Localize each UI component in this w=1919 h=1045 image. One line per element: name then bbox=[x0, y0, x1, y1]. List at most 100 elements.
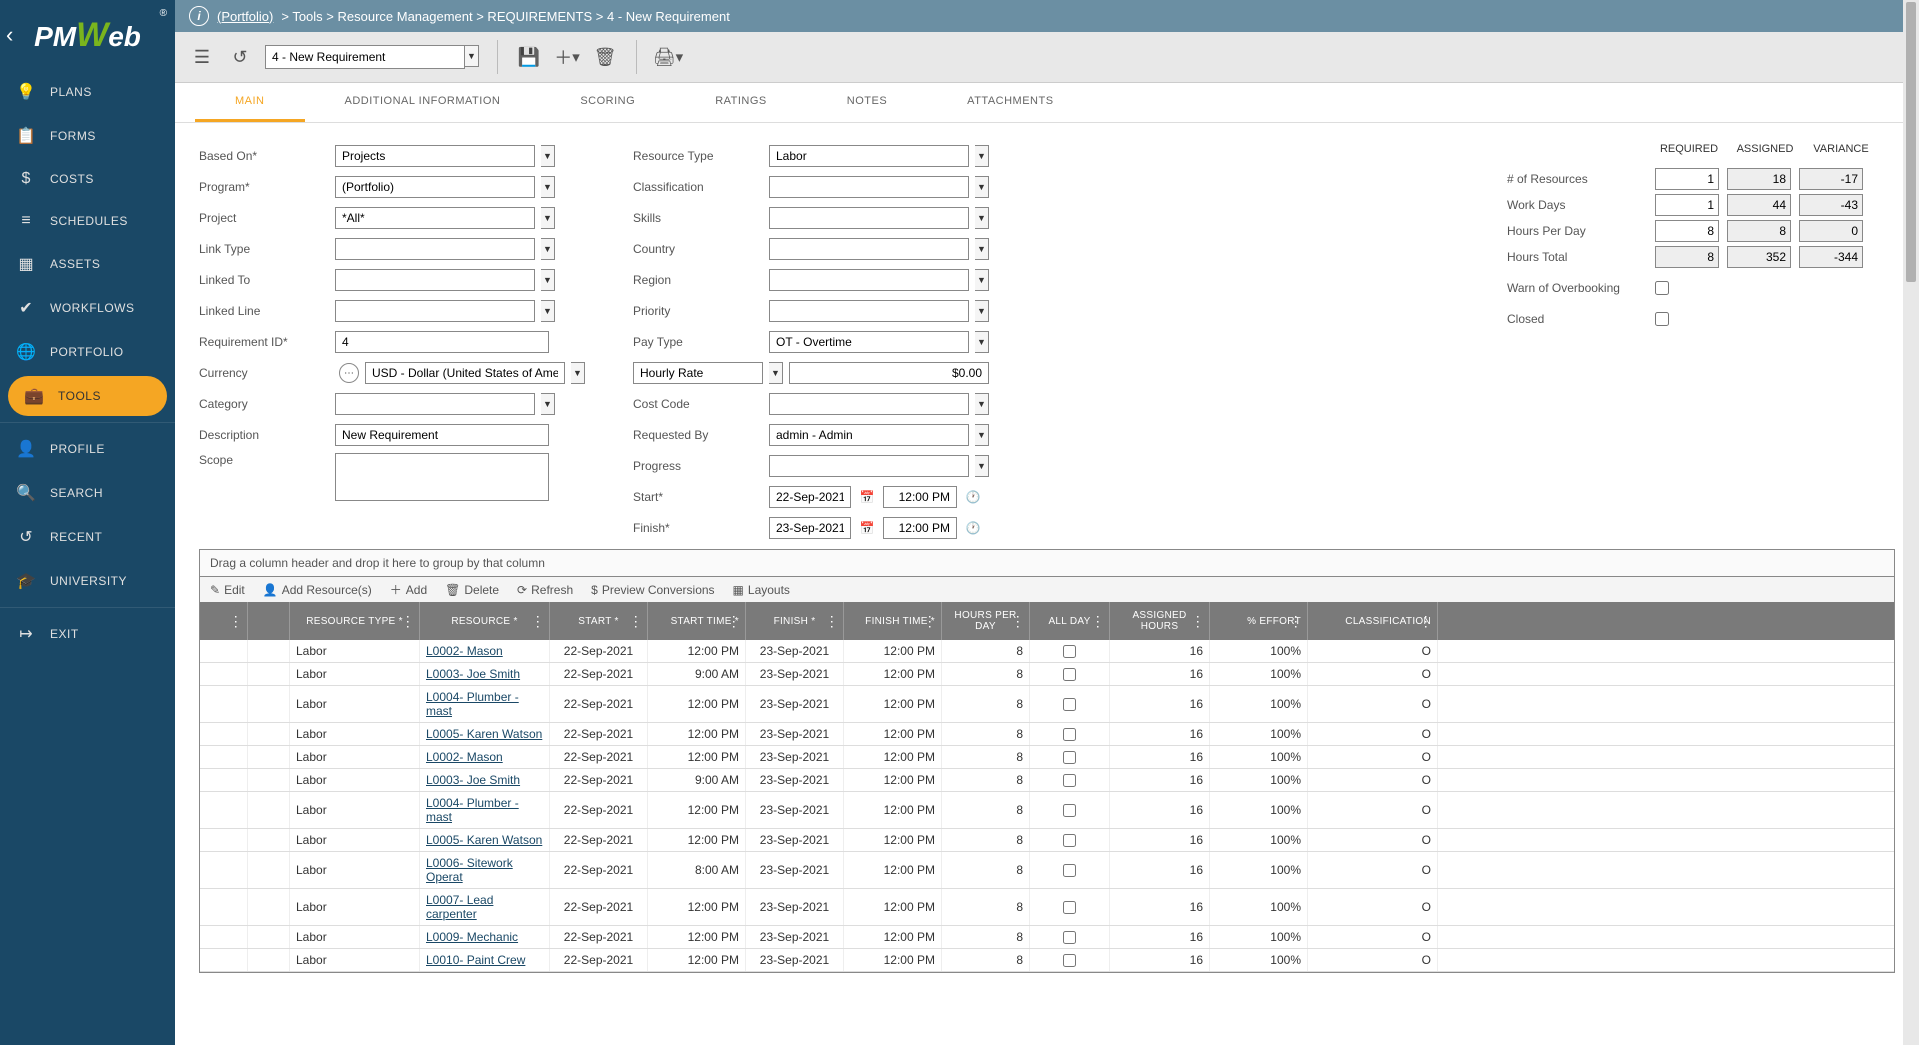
progress-input[interactable] bbox=[769, 455, 969, 477]
grid-header-ahours[interactable]: ASSIGNED HOURS⋮ bbox=[1110, 602, 1210, 640]
closed-checkbox[interactable] bbox=[1655, 312, 1669, 326]
resource-link[interactable]: L0005- Karen Watson bbox=[426, 727, 542, 741]
resource-link[interactable]: L0003- Joe Smith bbox=[426, 773, 520, 787]
grid-header-allday[interactable]: ALL DAY⋮ bbox=[1030, 602, 1110, 640]
table-row[interactable]: Labor L0002- Mason 22-Sep-2021 12:00 PM … bbox=[200, 746, 1894, 769]
project-input[interactable] bbox=[335, 207, 535, 229]
sidebar-item-exit[interactable]: ↦EXIT bbox=[0, 612, 175, 656]
program-dd[interactable]: ▼ bbox=[541, 176, 555, 198]
tab-main[interactable]: MAIN bbox=[195, 83, 305, 122]
table-row[interactable]: Labor L0002- Mason 22-Sep-2021 12:00 PM … bbox=[200, 640, 1894, 663]
sidebar-item-schedules[interactable]: ≡SCHEDULES bbox=[0, 200, 175, 242]
resource-type-dd[interactable]: ▼ bbox=[975, 145, 989, 167]
based-on-dd[interactable]: ▼ bbox=[541, 145, 555, 167]
description-input[interactable] bbox=[335, 424, 549, 446]
table-row[interactable]: Labor L0005- Karen Watson 22-Sep-2021 12… bbox=[200, 723, 1894, 746]
start-date[interactable] bbox=[769, 486, 851, 508]
region-input[interactable] bbox=[769, 269, 969, 291]
grid-edit-button[interactable]: ✎ Edit bbox=[210, 583, 245, 597]
grid-header-resource[interactable]: RESOURCE *⋮ bbox=[420, 602, 550, 640]
resource-link[interactable]: L0003- Joe Smith bbox=[426, 667, 520, 681]
grid-add-resources-button[interactable]: 👤 Add Resource(s) bbox=[263, 583, 372, 597]
grid-refresh-button[interactable]: ⟳ Refresh bbox=[517, 583, 573, 597]
sidebar-item-recent[interactable]: ↺RECENT bbox=[0, 515, 175, 559]
finish-time[interactable] bbox=[883, 517, 957, 539]
category-dd[interactable]: ▼ bbox=[541, 393, 555, 415]
tab-ratings[interactable]: RATINGS bbox=[675, 83, 807, 122]
linked-line-input[interactable] bbox=[335, 300, 535, 322]
classification-dd[interactable]: ▼ bbox=[975, 176, 989, 198]
category-input[interactable] bbox=[335, 393, 535, 415]
currency-input[interactable] bbox=[365, 362, 565, 384]
allday-checkbox[interactable] bbox=[1063, 668, 1076, 681]
resource-link[interactable]: L0009- Mechanic bbox=[426, 930, 518, 944]
grid-header-start[interactable]: START *⋮ bbox=[550, 602, 648, 640]
allday-checkbox[interactable] bbox=[1063, 834, 1076, 847]
finish-date[interactable] bbox=[769, 517, 851, 539]
allday-checkbox[interactable] bbox=[1063, 931, 1076, 944]
resource-link[interactable]: L0002- Mason bbox=[426, 750, 503, 764]
sidebar-item-costs[interactable]: $COSTS bbox=[0, 158, 175, 200]
allday-checkbox[interactable] bbox=[1063, 645, 1076, 658]
sidebar-item-workflows[interactable]: ✔WORKFLOWS bbox=[0, 286, 175, 330]
grid-add-button[interactable]: ＋ Add bbox=[390, 581, 427, 598]
resource-link[interactable]: L0004- Plumber - mast bbox=[426, 796, 543, 824]
tab-scoring[interactable]: SCORING bbox=[540, 83, 675, 122]
grid-header-select[interactable]: ⋮ bbox=[200, 602, 248, 640]
skills-input[interactable] bbox=[769, 207, 969, 229]
linked-line-dd[interactable]: ▼ bbox=[541, 300, 555, 322]
clock-icon[interactable]: 🕐 bbox=[963, 521, 983, 535]
resource-link[interactable]: L0006- Sitework Operat bbox=[426, 856, 543, 884]
resource-type-input[interactable] bbox=[769, 145, 969, 167]
based-on-input[interactable] bbox=[335, 145, 535, 167]
summary-required[interactable] bbox=[1655, 168, 1719, 190]
cost-code-dd[interactable]: ▼ bbox=[975, 393, 989, 415]
delete-icon[interactable]: 🗑 bbox=[592, 44, 618, 70]
table-row[interactable]: Labor L0007- Lead carpenter 22-Sep-2021 … bbox=[200, 889, 1894, 926]
grid-header-starttime[interactable]: START TIME *⋮ bbox=[648, 602, 746, 640]
allday-checkbox[interactable] bbox=[1063, 864, 1076, 877]
link-type-input[interactable] bbox=[335, 238, 535, 260]
sidebar-item-search[interactable]: 🔍SEARCH bbox=[0, 471, 175, 515]
collapse-icon[interactable]: ‹ bbox=[6, 22, 13, 48]
table-row[interactable]: Labor L0003- Joe Smith 22-Sep-2021 9:00 … bbox=[200, 769, 1894, 792]
resource-link[interactable]: L0010- Paint Crew bbox=[426, 953, 525, 967]
rate-type-dd[interactable]: ▼ bbox=[769, 362, 783, 384]
print-icon[interactable]: 🖨▾ bbox=[655, 44, 681, 70]
breadcrumb-portfolio[interactable]: (Portfolio) bbox=[217, 9, 273, 24]
tab-attachments[interactable]: ATTACHMENTS bbox=[927, 83, 1093, 122]
table-row[interactable]: Labor L0006- Sitework Operat 22-Sep-2021… bbox=[200, 852, 1894, 889]
table-row[interactable]: Labor L0005- Karen Watson 22-Sep-2021 12… bbox=[200, 829, 1894, 852]
info-icon[interactable]: i bbox=[189, 6, 209, 26]
save-icon[interactable]: 💾 bbox=[516, 44, 542, 70]
sidebar-item-portfolio[interactable]: 🌐PORTFOLIO bbox=[0, 330, 175, 374]
grid-header-type[interactable]: RESOURCE TYPE *⋮ bbox=[290, 602, 420, 640]
sidebar-item-profile[interactable]: 👤PROFILE bbox=[0, 427, 175, 471]
start-time[interactable] bbox=[883, 486, 957, 508]
priority-dd[interactable]: ▼ bbox=[975, 300, 989, 322]
table-row[interactable]: Labor L0009- Mechanic 22-Sep-2021 12:00 … bbox=[200, 926, 1894, 949]
skills-dd[interactable]: ▼ bbox=[975, 207, 989, 229]
page-scrollbar[interactable] bbox=[1903, 0, 1919, 1045]
calendar-icon[interactable]: 📅 bbox=[857, 521, 877, 535]
allday-checkbox[interactable] bbox=[1063, 954, 1076, 967]
requested-by-input[interactable] bbox=[769, 424, 969, 446]
tab-notes[interactable]: NOTES bbox=[807, 83, 927, 122]
table-row[interactable]: Labor L0004- Plumber - mast 22-Sep-2021 … bbox=[200, 686, 1894, 723]
table-row[interactable]: Labor L0010- Paint Crew 22-Sep-2021 12:0… bbox=[200, 949, 1894, 972]
grid-header-hpd[interactable]: HOURS PER DAY⋮ bbox=[942, 602, 1030, 640]
allday-checkbox[interactable] bbox=[1063, 698, 1076, 711]
allday-checkbox[interactable] bbox=[1063, 728, 1076, 741]
clock-icon[interactable]: 🕐 bbox=[963, 490, 983, 504]
project-dd[interactable]: ▼ bbox=[541, 207, 555, 229]
sidebar-item-tools[interactable]: 💼TOOLS bbox=[8, 376, 167, 416]
tab-additional-information[interactable]: ADDITIONAL INFORMATION bbox=[305, 83, 541, 122]
resource-link[interactable]: L0005- Karen Watson bbox=[426, 833, 542, 847]
summary-required[interactable] bbox=[1655, 194, 1719, 216]
linked-to-input[interactable] bbox=[335, 269, 535, 291]
priority-input[interactable] bbox=[769, 300, 969, 322]
scope-input[interactable] bbox=[335, 453, 549, 501]
pay-type-input[interactable] bbox=[769, 331, 969, 353]
pay-type-dd[interactable]: ▼ bbox=[975, 331, 989, 353]
grid-layouts-button[interactable]: ▦ Layouts bbox=[733, 583, 790, 597]
